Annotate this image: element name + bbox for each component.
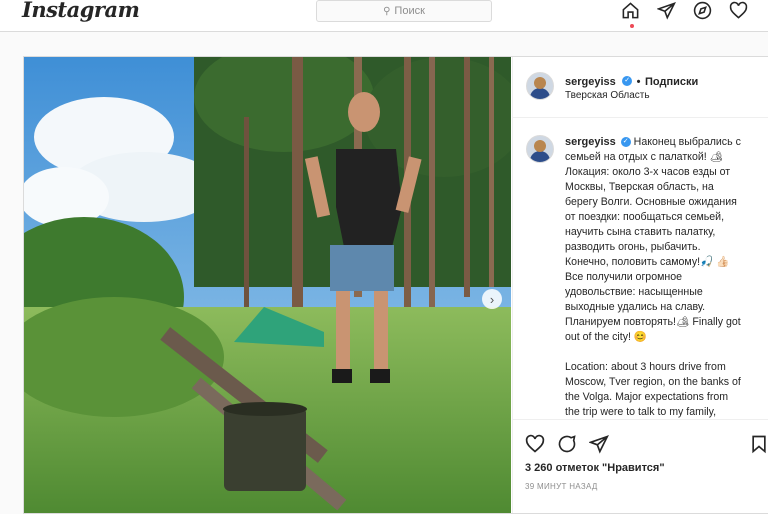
likes-count[interactable]: 3 260 отметок "Нравится" [525, 462, 665, 474]
caption-line: Наконец выбрались с [633, 136, 741, 148]
post-actions: 3 260 отметок "Нравится" 39 МИНУТ НАЗАД [513, 419, 768, 514]
location-link[interactable]: Тверская Область [565, 90, 650, 101]
avatar[interactable] [526, 72, 554, 100]
verified-badge-icon: ✓ [622, 75, 633, 86]
header-user-row: sergeyiss ✓ • Подписки [565, 72, 698, 90]
caption-line: out of the city! 😊 [565, 331, 648, 343]
caption-line: Москвы, Тверская область, на [565, 181, 714, 193]
explore-icon[interactable] [693, 0, 712, 20]
following-button[interactable]: Подписки [645, 76, 698, 88]
post-header: sergeyiss ✓ • Подписки Тверская Область [513, 57, 768, 118]
instagram-logo[interactable]: Instagram [22, 0, 140, 22]
top-navigation-bar: Instagram ⚲ Поиск [0, 0, 768, 32]
caption-line: научить сына ставить палатку, [565, 226, 716, 238]
caption-line: удовольствие: насыщенные [565, 286, 703, 298]
carousel-next-button[interactable]: › [482, 289, 502, 309]
follow-separator: • [636, 76, 641, 88]
post-sidebar: sergeyiss ✓ • Подписки Тверская Область … [512, 57, 768, 513]
caption-avatar[interactable] [526, 135, 554, 163]
search-input[interactable]: ⚲ Поиск [316, 0, 492, 22]
username-link[interactable]: sergeyiss [565, 76, 616, 88]
comment-icon[interactable] [557, 434, 577, 459]
caption-line: от поездки: пообщаться семьей, [565, 211, 725, 223]
caption-line: the trip were to talk to my family, [565, 406, 717, 418]
caption-line: Планируем повторять!🏕 Finally got [565, 316, 741, 328]
caption-line: берегу Волги. Основные ожидания [565, 196, 737, 208]
caption-line: Location: about 3 hours drive from [565, 361, 726, 373]
caption-line: Конечно, половить самому!🎣 👍🏻 [565, 256, 730, 268]
caption-line [565, 345, 768, 360]
direct-icon[interactable] [657, 0, 676, 20]
post-photo[interactable]: › [24, 57, 511, 513]
caption-line: the Volga. Major expectations from [565, 391, 729, 403]
caption-username[interactable]: sergeyiss [565, 136, 616, 148]
caption-line: семьей на отдых с палаткой! 🏕 [565, 151, 724, 163]
caption-line: Все получили огромное [565, 271, 683, 283]
share-icon[interactable] [588, 434, 609, 459]
forest-photo [24, 57, 511, 513]
caption-line: разводить огонь, рыбачить. [565, 241, 701, 253]
search-placeholder: Поиск [394, 5, 425, 17]
caption-line: Локация: около 3-х часов езды от [565, 166, 731, 178]
like-icon[interactable] [525, 434, 545, 459]
verified-badge-icon: ✓ [620, 137, 631, 148]
home-icon[interactable] [621, 0, 640, 20]
post-card: › sergeyiss ✓ • Подписки Тверская Област… [23, 56, 768, 514]
search-icon: ⚲ [383, 5, 391, 17]
post-timestamp[interactable]: 39 МИНУТ НАЗАД [525, 482, 598, 491]
notification-dot [630, 24, 634, 28]
post-caption: sergeyiss ✓ Наконец выбрались с семьей н… [565, 135, 768, 420]
caption-line: выходные удались на славу. [565, 301, 706, 313]
caption-line: Moscow, Tver region, on the banks of [565, 376, 741, 388]
save-icon[interactable] [749, 434, 768, 459]
activity-icon[interactable] [729, 0, 748, 20]
